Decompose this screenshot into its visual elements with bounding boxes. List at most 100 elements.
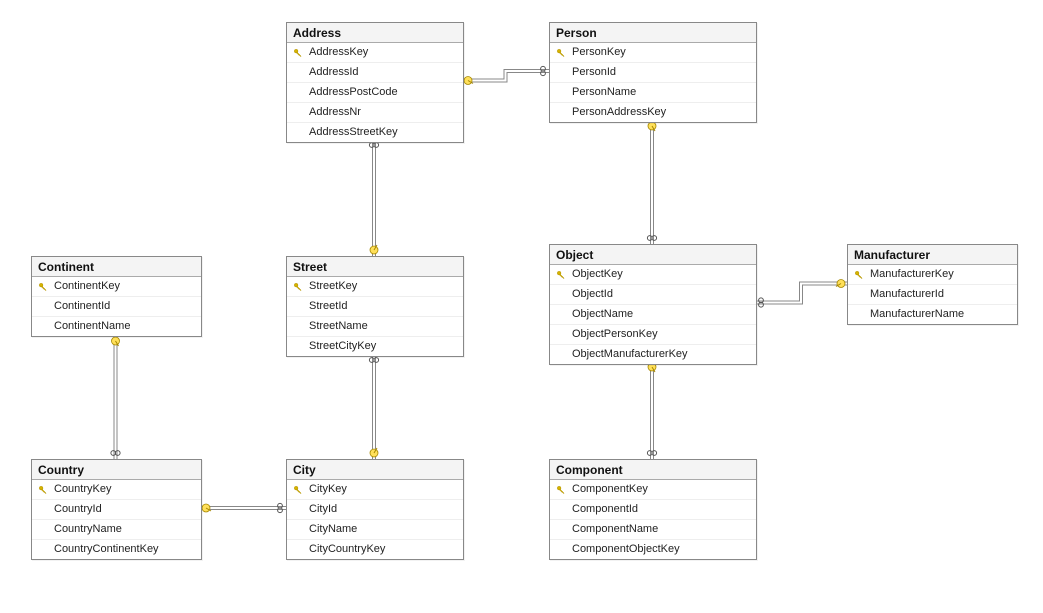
- column-name: ComponentObjectKey: [568, 542, 750, 557]
- column-name: ComponentName: [568, 522, 750, 537]
- column-name: ContinentName: [50, 319, 195, 334]
- relationship-city-country: [200, 503, 286, 512]
- column-name: CountryName: [50, 522, 195, 537]
- column-row[interactable]: CountryKey: [32, 480, 201, 500]
- key-icon: [554, 48, 568, 58]
- column-name: ObjectId: [568, 287, 750, 302]
- column-name: ContinentKey: [50, 279, 195, 294]
- column-name: PersonAddressKey: [568, 105, 750, 120]
- key-icon: [554, 485, 568, 495]
- entity-title: Person: [550, 23, 756, 43]
- entity-manufacturer[interactable]: Manufacturer ManufacturerKey ManufacturerI…: [847, 244, 1018, 325]
- relationship-country-continent: [111, 335, 120, 459]
- column-row[interactable]: AddressKey: [287, 43, 463, 63]
- column-row[interactable]: ObjectId: [550, 285, 756, 305]
- column-row[interactable]: AddressStreetKey: [287, 123, 463, 142]
- column-row[interactable]: ManufacturerId: [848, 285, 1017, 305]
- column-row[interactable]: ComponentName: [550, 520, 756, 540]
- column-row[interactable]: AddressId: [287, 63, 463, 83]
- relationship-component-object: [647, 361, 656, 459]
- column-name: AddressNr: [305, 105, 457, 120]
- column-name: StreetId: [305, 299, 457, 314]
- column-row[interactable]: ComponentId: [550, 500, 756, 520]
- column-row[interactable]: StreetId: [287, 297, 463, 317]
- column-row[interactable]: ObjectManufacturerKey: [550, 345, 756, 364]
- column-row[interactable]: CountryName: [32, 520, 201, 540]
- entity-country[interactable]: Country CountryKey CountryId CountryName Cou…: [31, 459, 202, 560]
- column-row[interactable]: PersonAddressKey: [550, 103, 756, 122]
- column-row[interactable]: ComponentKey: [550, 480, 756, 500]
- relationship-object-manufacturer: [755, 280, 847, 308]
- entity-component[interactable]: Component ComponentKey ComponentId Componen…: [549, 459, 757, 560]
- column-name: ManufacturerKey: [866, 267, 1011, 282]
- column-row[interactable]: ObjectName: [550, 305, 756, 325]
- column-row[interactable]: ObjectKey: [550, 265, 756, 285]
- key-icon: [291, 485, 305, 495]
- column-row[interactable]: CityCountryKey: [287, 540, 463, 559]
- column-row[interactable]: StreetCityKey: [287, 337, 463, 356]
- column-row[interactable]: ManufacturerName: [848, 305, 1017, 324]
- key-icon: [36, 485, 50, 495]
- column-row[interactable]: AddressPostCode: [287, 83, 463, 103]
- entity-title: Object: [550, 245, 756, 265]
- column-row[interactable]: CityName: [287, 520, 463, 540]
- relationship-street-city: [369, 354, 378, 459]
- column-row[interactable]: CityKey: [287, 480, 463, 500]
- key-icon: [291, 282, 305, 292]
- relationship-person-address: [462, 66, 549, 84]
- entity-street[interactable]: StreetStreetKey StreetId StreetName StreetC…: [286, 256, 464, 357]
- diagram-canvas: AddressAddressKey AddressId AddressPostCod…: [0, 0, 1043, 613]
- column-row[interactable]: ComponentObjectKey: [550, 540, 756, 559]
- entity-continent[interactable]: Continent ContinentKey ContinentId Continen…: [31, 256, 202, 337]
- entity-person[interactable]: Person PersonKey PersonId PersonName PersonA…: [549, 22, 757, 123]
- column-row[interactable]: PersonName: [550, 83, 756, 103]
- key-icon: [291, 48, 305, 58]
- entity-title: Manufacturer: [848, 245, 1017, 265]
- key-icon: [852, 270, 866, 280]
- entity-title: Address: [287, 23, 463, 43]
- relationship-object-person: [647, 120, 656, 244]
- column-row[interactable]: ObjectPersonKey: [550, 325, 756, 345]
- column-row[interactable]: AddressNr: [287, 103, 463, 123]
- column-row[interactable]: CountryId: [32, 500, 201, 520]
- entity-city[interactable]: City CityKey CityId CityName CityCountryKey: [286, 459, 464, 560]
- column-row[interactable]: ContinentName: [32, 317, 201, 336]
- column-name: ManufacturerId: [866, 287, 1011, 302]
- column-name: CityKey: [305, 482, 457, 497]
- entity-title: Component: [550, 460, 756, 480]
- column-name: AddressStreetKey: [305, 125, 457, 140]
- column-row[interactable]: ContinentId: [32, 297, 201, 317]
- column-name: ComponentId: [568, 502, 750, 517]
- column-row[interactable]: ManufacturerKey: [848, 265, 1017, 285]
- column-name: CountryKey: [50, 482, 195, 497]
- column-name: PersonKey: [568, 45, 750, 60]
- column-name: CityId: [305, 502, 457, 517]
- column-name: CountryContinentKey: [50, 542, 195, 557]
- column-name: PersonId: [568, 65, 750, 80]
- column-name: ComponentKey: [568, 482, 750, 497]
- column-name: StreetName: [305, 319, 457, 334]
- column-row[interactable]: CountryContinentKey: [32, 540, 201, 559]
- column-name: ObjectName: [568, 307, 750, 322]
- column-name: ManufacturerName: [866, 307, 1011, 322]
- column-row[interactable]: PersonKey: [550, 43, 756, 63]
- entity-title: Street: [287, 257, 463, 277]
- column-row[interactable]: StreetName: [287, 317, 463, 337]
- column-name: ObjectKey: [568, 267, 750, 282]
- column-row[interactable]: PersonId: [550, 63, 756, 83]
- column-name: PersonName: [568, 85, 750, 100]
- column-name: CityCountryKey: [305, 542, 457, 557]
- column-name: StreetCityKey: [305, 339, 457, 354]
- entity-object[interactable]: Object ObjectKey ObjectId ObjectName ObjectP…: [549, 244, 757, 365]
- column-row[interactable]: ContinentKey: [32, 277, 201, 297]
- column-name: ObjectPersonKey: [568, 327, 750, 342]
- column-name: AddressId: [305, 65, 457, 80]
- entity-title: Continent: [32, 257, 201, 277]
- key-icon: [554, 270, 568, 280]
- entity-title: Country: [32, 460, 201, 480]
- entity-address[interactable]: AddressAddressKey AddressId AddressPostCod…: [286, 22, 464, 143]
- entity-title: City: [287, 460, 463, 480]
- column-row[interactable]: CityId: [287, 500, 463, 520]
- column-name: ContinentId: [50, 299, 195, 314]
- column-row[interactable]: StreetKey: [287, 277, 463, 297]
